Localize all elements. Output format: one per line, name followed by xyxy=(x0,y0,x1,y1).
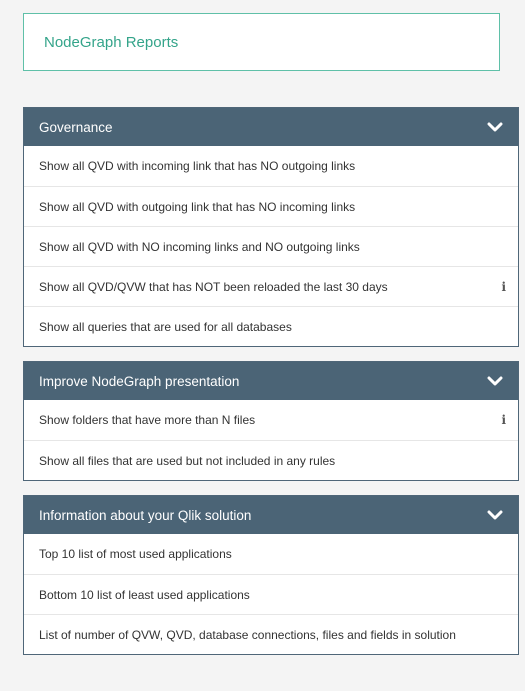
panel-improve-presentation: Improve NodeGraph presentation Show fold… xyxy=(23,361,519,481)
panel-body-improve-presentation: Show folders that have more than N files… xyxy=(24,400,518,480)
report-row-label: Show all queries that are used for all d… xyxy=(39,319,292,334)
info-icon[interactable]: i xyxy=(501,280,506,294)
report-row-label: Show all QVD with outgoing link that has… xyxy=(39,199,356,214)
report-title-box: NodeGraph Reports xyxy=(23,13,500,71)
report-row-label: Bottom 10 list of least used application… xyxy=(39,587,250,602)
info-icon[interactable]: i xyxy=(501,413,506,427)
report-row-label: Top 10 list of most used applications xyxy=(39,547,232,561)
panel-body-governance: Show all QVD with incoming link that has… xyxy=(24,146,518,346)
report-row-bottom-10-apps[interactable]: Bottom 10 list of least used application… xyxy=(24,574,518,614)
report-row-qvd-no-links[interactable]: Show all QVD with NO incoming links and … xyxy=(24,226,518,266)
report-row-queries-all-databases[interactable]: Show all queries that are used for all d… xyxy=(24,306,518,346)
panel-qlik-solution-info: Information about your Qlik solution Top… xyxy=(23,495,519,655)
report-row-qvd-outgoing-no-incoming[interactable]: Show all QVD with outgoing link that has… xyxy=(24,186,518,226)
report-row-files-not-in-rules[interactable]: Show all files that are used but not inc… xyxy=(24,440,518,480)
chevron-down-icon[interactable] xyxy=(486,118,504,136)
report-row-qvd-incoming-no-outgoing[interactable]: Show all QVD with incoming link that has… xyxy=(24,146,518,186)
report-row-top-10-apps[interactable]: Top 10 list of most used applications xyxy=(24,534,518,574)
panel-header-improve-presentation[interactable]: Improve NodeGraph presentation xyxy=(24,362,518,400)
panel-header-qlik-solution-info[interactable]: Information about your Qlik solution xyxy=(24,496,518,534)
report-row-folders-more-than-n-files[interactable]: Show folders that have more than N files… xyxy=(24,400,518,440)
report-row-not-reloaded-30-days[interactable]: Show all QVD/QVW that has NOT been reloa… xyxy=(24,266,518,306)
panel-header-label: Information about your Qlik solution xyxy=(39,507,252,523)
report-row-label: Show all QVD with NO incoming links and … xyxy=(39,239,360,254)
report-row-label: Show all QVD/QVW that has NOT been reloa… xyxy=(39,279,388,294)
report-row-label: Show folders that have more than N files xyxy=(39,413,256,427)
page-title: NodeGraph Reports xyxy=(44,33,179,51)
panel-header-label: Improve NodeGraph presentation xyxy=(39,373,240,389)
panel-header-governance[interactable]: Governance xyxy=(24,108,518,146)
report-row-label: List of number of QVW, QVD, database con… xyxy=(39,627,456,642)
chevron-down-icon[interactable] xyxy=(486,506,504,524)
chevron-down-icon[interactable] xyxy=(486,372,504,390)
panel-governance: Governance Show all QVD with incoming li… xyxy=(23,107,519,347)
panel-body-qlik-solution-info: Top 10 list of most used applications Bo… xyxy=(24,534,518,654)
report-row-label: Show all files that are used but not inc… xyxy=(39,453,336,468)
report-row-solution-counts[interactable]: List of number of QVW, QVD, database con… xyxy=(24,614,518,654)
panel-header-label: Governance xyxy=(39,119,113,135)
report-row-label: Show all QVD with incoming link that has… xyxy=(39,159,356,173)
